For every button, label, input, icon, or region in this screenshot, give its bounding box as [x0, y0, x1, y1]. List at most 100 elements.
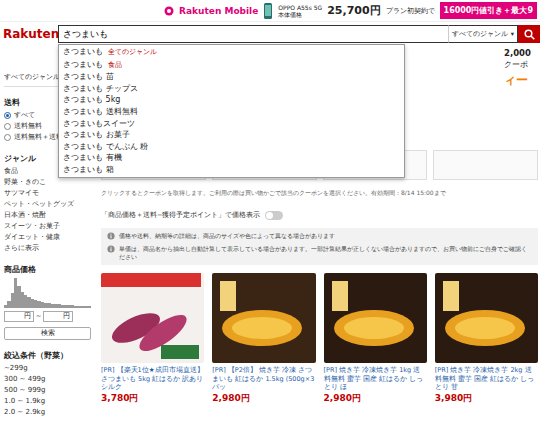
product-card[interactable]: [PR] 焼き芋 冷凍焼き芋 1kg 送料無料 蜜芋 国産 紅はるか しっとり … — [324, 273, 427, 403]
product-card[interactable]: [PR] 【楽天1位★成田市場直送】 さつまいも 5kg 紅はるか 訳ありシルク… — [101, 273, 204, 403]
weight-item[interactable]: 500 ~ 999g — [4, 385, 91, 396]
genre-label: すべてのジャンル — [452, 30, 508, 39]
max-price-field[interactable]: 円 — [43, 311, 73, 322]
price-search-label: 検索 — [41, 329, 55, 337]
product-title[interactable]: [PR] 焼き芋 冷凍焼き芋 2kg 送料無料 蜜芋 国産 紅はるか しっとり … — [435, 366, 538, 392]
min-price-field[interactable]: 円 — [4, 311, 34, 322]
sweet-potato-icon — [101, 273, 201, 363]
suggestion-genre: 食品 — [108, 61, 122, 69]
coupon-note: クリックするとクーポンを取得します。ご利用の際は買い物かごで該当のクーポンを選択… — [101, 188, 538, 197]
suggestion-list: さつまいも全てのジャンルさつまいも食品さつまいも 苗さつまいも チップスさつまい… — [58, 44, 405, 178]
product-image[interactable] — [324, 273, 427, 363]
weight-heading: 絞込条件（野菜） — [4, 350, 91, 361]
search-button[interactable] — [518, 25, 540, 43]
genre-item[interactable]: サツマイモ — [4, 188, 91, 199]
info-icon — [107, 232, 115, 240]
suggestion-text: さつまいも でんぷん 粉 — [63, 142, 148, 151]
suggestion-item[interactable]: さつまいも食品 — [59, 59, 404, 72]
product-image[interactable] — [101, 273, 204, 363]
suggestion-item[interactable]: さつまいもスイーツ — [59, 118, 404, 130]
price-display-toggle-row: 「商品価格＋送料−獲得予定ポイント」で価格表示 — [101, 211, 538, 220]
toggle-knob — [266, 212, 273, 219]
suggestion-item[interactable]: さつまいも全てのジャンル — [59, 46, 404, 59]
phone-icon — [263, 2, 273, 20]
banner-brand: Rakuten Mobile — [179, 6, 258, 16]
product-price: 3,980円 — [435, 393, 538, 403]
genre-item[interactable]: ペット・ペットグッズ — [4, 199, 91, 210]
banner-offer: 16000円値引き＋最大9 — [440, 2, 537, 19]
suggestion-text: さつまいもスイーツ — [63, 119, 135, 128]
product-price: 2,980円 — [212, 393, 315, 403]
suggestion-item[interactable]: さつまいも 送料無料 — [59, 106, 404, 118]
max-unit: 円 — [63, 311, 70, 322]
suggestion-genre: 全てのジャンル — [108, 48, 157, 56]
weight-item[interactable]: 300 ~ 499g — [4, 374, 91, 385]
notice-box: 価格や送料、納期等の詳細は、商品のサイズや色によって異なる場合があります単価は、… — [101, 228, 538, 265]
suggestion-item[interactable]: さつまいも 5kg — [59, 94, 404, 106]
header: Rakuten すべてのジャンル▾ — [0, 22, 540, 46]
suggestion-text: さつまいも チップス — [63, 84, 138, 93]
banner-price-label: 本体価格 — [278, 11, 322, 18]
price-search-button[interactable]: 検索 — [4, 327, 91, 340]
coupon-card[interactable] — [433, 150, 538, 180]
genre-item[interactable]: 野菜・きのこ — [4, 177, 91, 188]
suggestion-item[interactable]: さつまいも でんぷん 粉 — [59, 141, 404, 153]
shipping-radio[interactable] — [4, 123, 11, 130]
ad-banner[interactable]: Rakuten MobileOPPO A55s 5G本体価格25,700円プラン… — [0, 0, 540, 22]
coupon-promo[interactable]: 2,000クーポィー — [504, 46, 538, 150]
baked-potato-icon — [435, 273, 535, 363]
suggestion-item[interactable]: さつまいも お菓子 — [59, 129, 404, 141]
suggestion-text: さつまいも 箱 — [63, 165, 114, 174]
promo-text: ィー — [504, 72, 528, 89]
banner-plan: プラン初契約で — [386, 6, 435, 16]
weight-item[interactable]: 2.0 ~ 2.9kg — [4, 407, 91, 418]
product-card[interactable]: [PR] 焼き芋 冷凍焼き芋 2kg 送料無料 蜜芋 国産 紅はるか しっとり … — [435, 273, 538, 403]
min-unit: 円 — [24, 311, 31, 322]
coupon-amount: 2,000 — [504, 48, 531, 59]
genre-select[interactable]: すべてのジャンル▾ — [448, 25, 518, 43]
rakuten-logo[interactable]: Rakuten — [0, 27, 58, 41]
range-separator: ~ — [36, 311, 41, 322]
suggestion-item[interactable]: さつまいも 箱 — [59, 164, 404, 176]
weight-item[interactable]: ~299g — [4, 363, 91, 374]
product-grid: [PR] 【楽天1位★成田市場直送】 さつまいも 5kg 紅はるか 訳ありシルク… — [101, 273, 538, 403]
histogram-bar — [88, 306, 91, 307]
notice-text: 単価は、商品名から抽出し自動計算して表示している場合があります。一部計算結果が正… — [119, 245, 532, 261]
shipping-label: 送料無料 — [14, 121, 42, 132]
search-bar: すべてのジャンル▾ — [58, 25, 540, 43]
product-title[interactable]: [PR] 【P2倍】 焼き芋 冷凍 さつまいも 紅はるか 1.5kg (500g… — [212, 366, 315, 392]
suggestion-item[interactable]: さつまいも 有機 — [59, 152, 404, 164]
shipping-radio[interactable] — [4, 134, 11, 141]
genre-item[interactable]: 日本酒・焼酎 — [4, 210, 91, 221]
price-range: 円 ~ 円 — [4, 311, 91, 322]
product-image[interactable] — [435, 273, 538, 363]
suggestion-text: さつまいも お菓子 — [63, 130, 130, 139]
product-title[interactable]: [PR] 【楽天1位★成田市場直送】 さつまいも 5kg 紅はるか 訳ありシルク — [101, 366, 204, 392]
shipping-label: すべて — [14, 110, 35, 121]
shipping-radio[interactable] — [4, 112, 11, 119]
product-card[interactable]: [PR] 【P2倍】 焼き芋 冷凍 さつまいも 紅はるか 1.5kg (500g… — [212, 273, 315, 403]
price-toggle[interactable] — [265, 211, 283, 220]
search-icon — [524, 29, 535, 40]
baked-potato-icon — [324, 273, 424, 363]
product-price: 3,780円 — [101, 393, 204, 403]
banner-phone-info: OPPO A55s 5G本体価格 — [278, 4, 322, 18]
product-image[interactable] — [212, 273, 315, 363]
baked-potato-icon — [212, 273, 312, 363]
search-input[interactable] — [58, 25, 448, 43]
product-price: 2,980円 — [324, 393, 427, 403]
suggestion-text: さつまいも 5kg — [63, 95, 120, 104]
suggestion-text: さつまいも 有機 — [63, 153, 122, 162]
notice: 単価は、商品名から抽出し自動計算して表示している場合があります。一部計算結果が正… — [107, 245, 532, 261]
suggestion-item[interactable]: さつまいも 苗 — [59, 71, 404, 83]
weight-item[interactable]: 1.0 ~ 1.9kg — [4, 396, 91, 407]
genre-item[interactable]: ダイエット・健康 — [4, 232, 91, 243]
genre-item[interactable]: スイーツ・お菓子 — [4, 221, 91, 232]
banner-phone: OPPO A55s 5G — [278, 4, 322, 11]
show-more-link[interactable]: さらに表示 — [4, 243, 91, 254]
suggestion-text: さつまいも — [63, 47, 103, 56]
suggestion-item[interactable]: さつまいも チップス — [59, 83, 404, 95]
product-title[interactable]: [PR] 焼き芋 冷凍焼き芋 1kg 送料無料 蜜芋 国産 紅はるか しっとり … — [324, 366, 427, 392]
coupon-label: クーポ — [504, 59, 528, 70]
info-icon — [107, 245, 115, 253]
